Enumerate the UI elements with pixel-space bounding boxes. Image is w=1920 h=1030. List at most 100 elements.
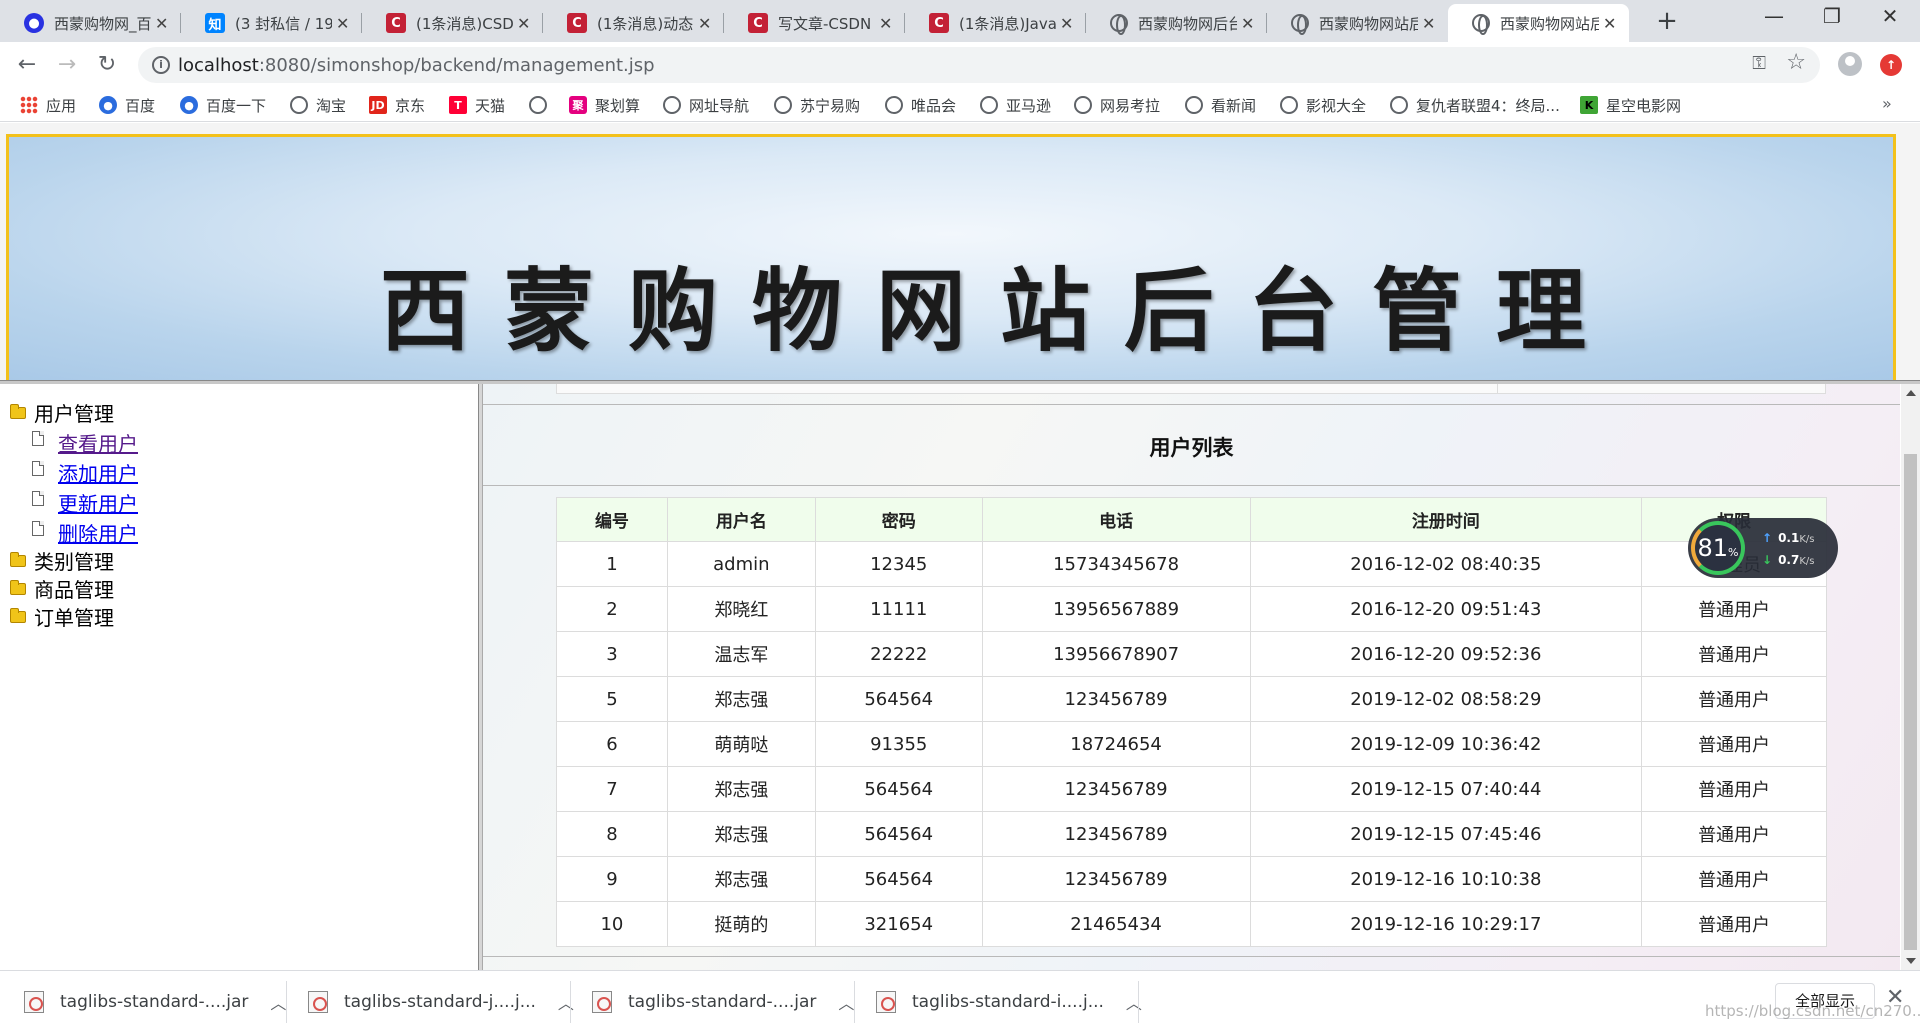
divider-line	[483, 956, 1900, 957]
bookmark-item[interactable]	[529, 94, 555, 116]
tab-close-icon[interactable]: ✕	[1422, 14, 1438, 33]
bookmark-item[interactable]: 唯品会	[885, 94, 956, 116]
cell-username: admin	[666, 541, 816, 587]
address-bar[interactable]: i localhost:8080/simonshop/backend/manag…	[138, 47, 1820, 83]
globe-icon	[1110, 14, 1128, 35]
cell-phone: 18724654	[981, 721, 1251, 767]
download-item[interactable]: taglibs-standard-....jar ︿	[24, 981, 286, 1023]
new-tab-button[interactable]: +	[1652, 6, 1682, 36]
globe-icon	[529, 96, 547, 114]
browser-tab[interactable]: C 写文章-CSDN ✕	[724, 4, 905, 42]
browser-tab[interactable]: ● 西蒙购物网_百 ✕	[0, 4, 181, 42]
bookmark-item[interactable]: ● 百度	[99, 94, 155, 116]
bookmark-label: 百度	[125, 96, 156, 115]
reload-icon[interactable]: ↻	[92, 50, 122, 80]
tab-close-icon[interactable]: ✕	[517, 14, 533, 33]
bookmark-item[interactable]: 网易考拉	[1074, 94, 1160, 116]
bookmark-item[interactable]: 影视大全	[1280, 94, 1366, 116]
baidu-paw-icon: ●	[180, 96, 198, 114]
bookmark-item[interactable]: 复仇者联盟4：终局...	[1390, 94, 1560, 116]
bookmark-star-icon[interactable]: ☆	[1786, 50, 1806, 75]
scroll-down-arrow-icon[interactable]	[1906, 958, 1916, 964]
tree-node-user-management[interactable]: 用户管理	[10, 398, 114, 427]
update-user-link[interactable]: 更新用户	[58, 488, 138, 517]
bookmark-item[interactable]: 亚马逊	[980, 94, 1051, 116]
bookmarks-overflow-icon[interactable]: »	[1882, 94, 1892, 113]
tab-close-icon[interactable]: ✕	[1603, 14, 1619, 33]
key-icon[interactable]: ⚿	[1752, 53, 1766, 74]
minimize-icon[interactable]: —	[1746, 4, 1802, 28]
cell-phone: 123456789	[981, 811, 1251, 857]
browser-tab[interactable]: 知 (3 封私信 / 19 ✕	[181, 4, 362, 42]
bookmark-item[interactable]: 苏宁易购	[774, 94, 860, 116]
maximize-icon[interactable]: ❐	[1804, 4, 1860, 28]
globe-icon	[980, 96, 998, 114]
tab-close-icon[interactable]: ✕	[879, 14, 895, 33]
cell-register-time: 2016-12-20 09:51:43	[1249, 586, 1643, 632]
bookmark-item[interactable]: JD 京东	[369, 94, 425, 116]
tab-close-icon[interactable]: ✕	[1241, 14, 1257, 33]
cell-password: 564564	[814, 766, 983, 812]
tree-leaf-view-users[interactable]: 查看用户	[32, 428, 138, 457]
bookmark-item[interactable]: K 星空电影网	[1580, 94, 1681, 116]
download-filename: taglibs-standard-....jar	[60, 992, 249, 1012]
download-item[interactable]: taglibs-standard-i....j... ︿	[876, 981, 1142, 1023]
browser-tab-active[interactable]: 西蒙购物网站后 ✕	[1448, 4, 1629, 42]
tree-leaf-add-user[interactable]: 添加用户	[32, 458, 138, 487]
browser-tab[interactable]: 西蒙购物网后台 ✕	[1086, 4, 1267, 42]
tree-node-label: 商品管理	[34, 578, 114, 602]
browser-tab[interactable]: C (1条消息)Java ✕	[905, 4, 1086, 42]
bookmark-apps[interactable]: 应用	[20, 94, 76, 116]
url-text[interactable]: localhost:8080/simonshop/backend/managem…	[178, 55, 655, 76]
browser-tab[interactable]: 西蒙购物网站后 ✕	[1267, 4, 1448, 42]
forward-arrow-icon[interactable]: →	[52, 50, 82, 80]
cell-id: 8	[556, 811, 668, 857]
cell-register-time: 2019-12-15 07:40:44	[1249, 766, 1643, 812]
cell-phone: 123456789	[981, 676, 1251, 722]
download-speed: ↓ 0.7K/s	[1762, 553, 1814, 567]
chevron-up-icon[interactable]: ︿	[1126, 990, 1142, 1014]
tree-leaf-delete-user[interactable]: 删除用户	[32, 518, 138, 547]
site-info-icon[interactable]: i	[152, 56, 170, 74]
tab-close-icon[interactable]: ✕	[698, 14, 714, 33]
tree-node-product-management[interactable]: 商品管理	[10, 574, 114, 603]
chevron-up-icon[interactable]: ︿	[270, 990, 286, 1014]
bookmark-item[interactable]: T 天猫	[449, 94, 505, 116]
cell-id: 10	[556, 901, 668, 947]
bookmark-item[interactable]: 看新闻	[1185, 94, 1256, 116]
browser-tab[interactable]: C (1条消息)动态 ✕	[543, 4, 724, 42]
scroll-up-arrow-icon[interactable]	[1906, 390, 1916, 396]
jar-file-icon	[876, 991, 896, 1013]
download-item[interactable]: taglibs-standard-j....j... ︿	[308, 981, 574, 1023]
scrollbar-thumb[interactable]	[1904, 454, 1917, 950]
back-arrow-icon[interactable]: ←	[12, 50, 42, 80]
bookmark-item[interactable]: 淘宝	[290, 94, 346, 116]
chevron-up-icon[interactable]: ︿	[558, 990, 574, 1014]
view-users-link[interactable]: 查看用户	[58, 428, 138, 457]
browser-tab[interactable]: C (1条消息)CSDN ✕	[362, 4, 543, 42]
chevron-up-icon[interactable]: ︿	[838, 990, 854, 1014]
cell-permission: 普通用户	[1641, 631, 1827, 677]
bookmark-item[interactable]: 网址导航	[663, 94, 749, 116]
content-scrollbar[interactable]	[1901, 384, 1920, 970]
bookmark-item[interactable]: 聚聚划算	[569, 94, 640, 116]
cell-register-time: 2019-12-16 10:29:17	[1249, 901, 1643, 947]
cell-username: 郑晓红	[666, 586, 816, 632]
add-user-link[interactable]: 添加用户	[58, 458, 138, 487]
profile-avatar-icon[interactable]	[1838, 52, 1862, 76]
cell-register-time: 2019-12-15 07:45:46	[1249, 811, 1643, 857]
delete-user-link[interactable]: 删除用户	[58, 518, 138, 547]
tree-leaf-update-user[interactable]: 更新用户	[32, 488, 138, 517]
download-item[interactable]: taglibs-standard-....jar ︿	[592, 981, 854, 1023]
bookmark-item[interactable]: ● 百度一下	[180, 94, 266, 116]
extension-icon[interactable]: ↑	[1880, 54, 1902, 76]
upload-value: 0.1	[1778, 531, 1800, 545]
window-close-icon[interactable]: ✕	[1862, 4, 1918, 28]
network-speed-widget[interactable]: 81% ↑ 0.1K/s ↓ 0.7K/s	[1688, 518, 1838, 578]
tree-node-order-management[interactable]: 订单管理	[10, 602, 114, 631]
tree-node-category-management[interactable]: 类别管理	[10, 546, 114, 575]
globe-icon	[1074, 96, 1092, 114]
tab-close-icon[interactable]: ✕	[155, 14, 171, 33]
tab-close-icon[interactable]: ✕	[336, 14, 352, 33]
tab-close-icon[interactable]: ✕	[1060, 14, 1076, 33]
